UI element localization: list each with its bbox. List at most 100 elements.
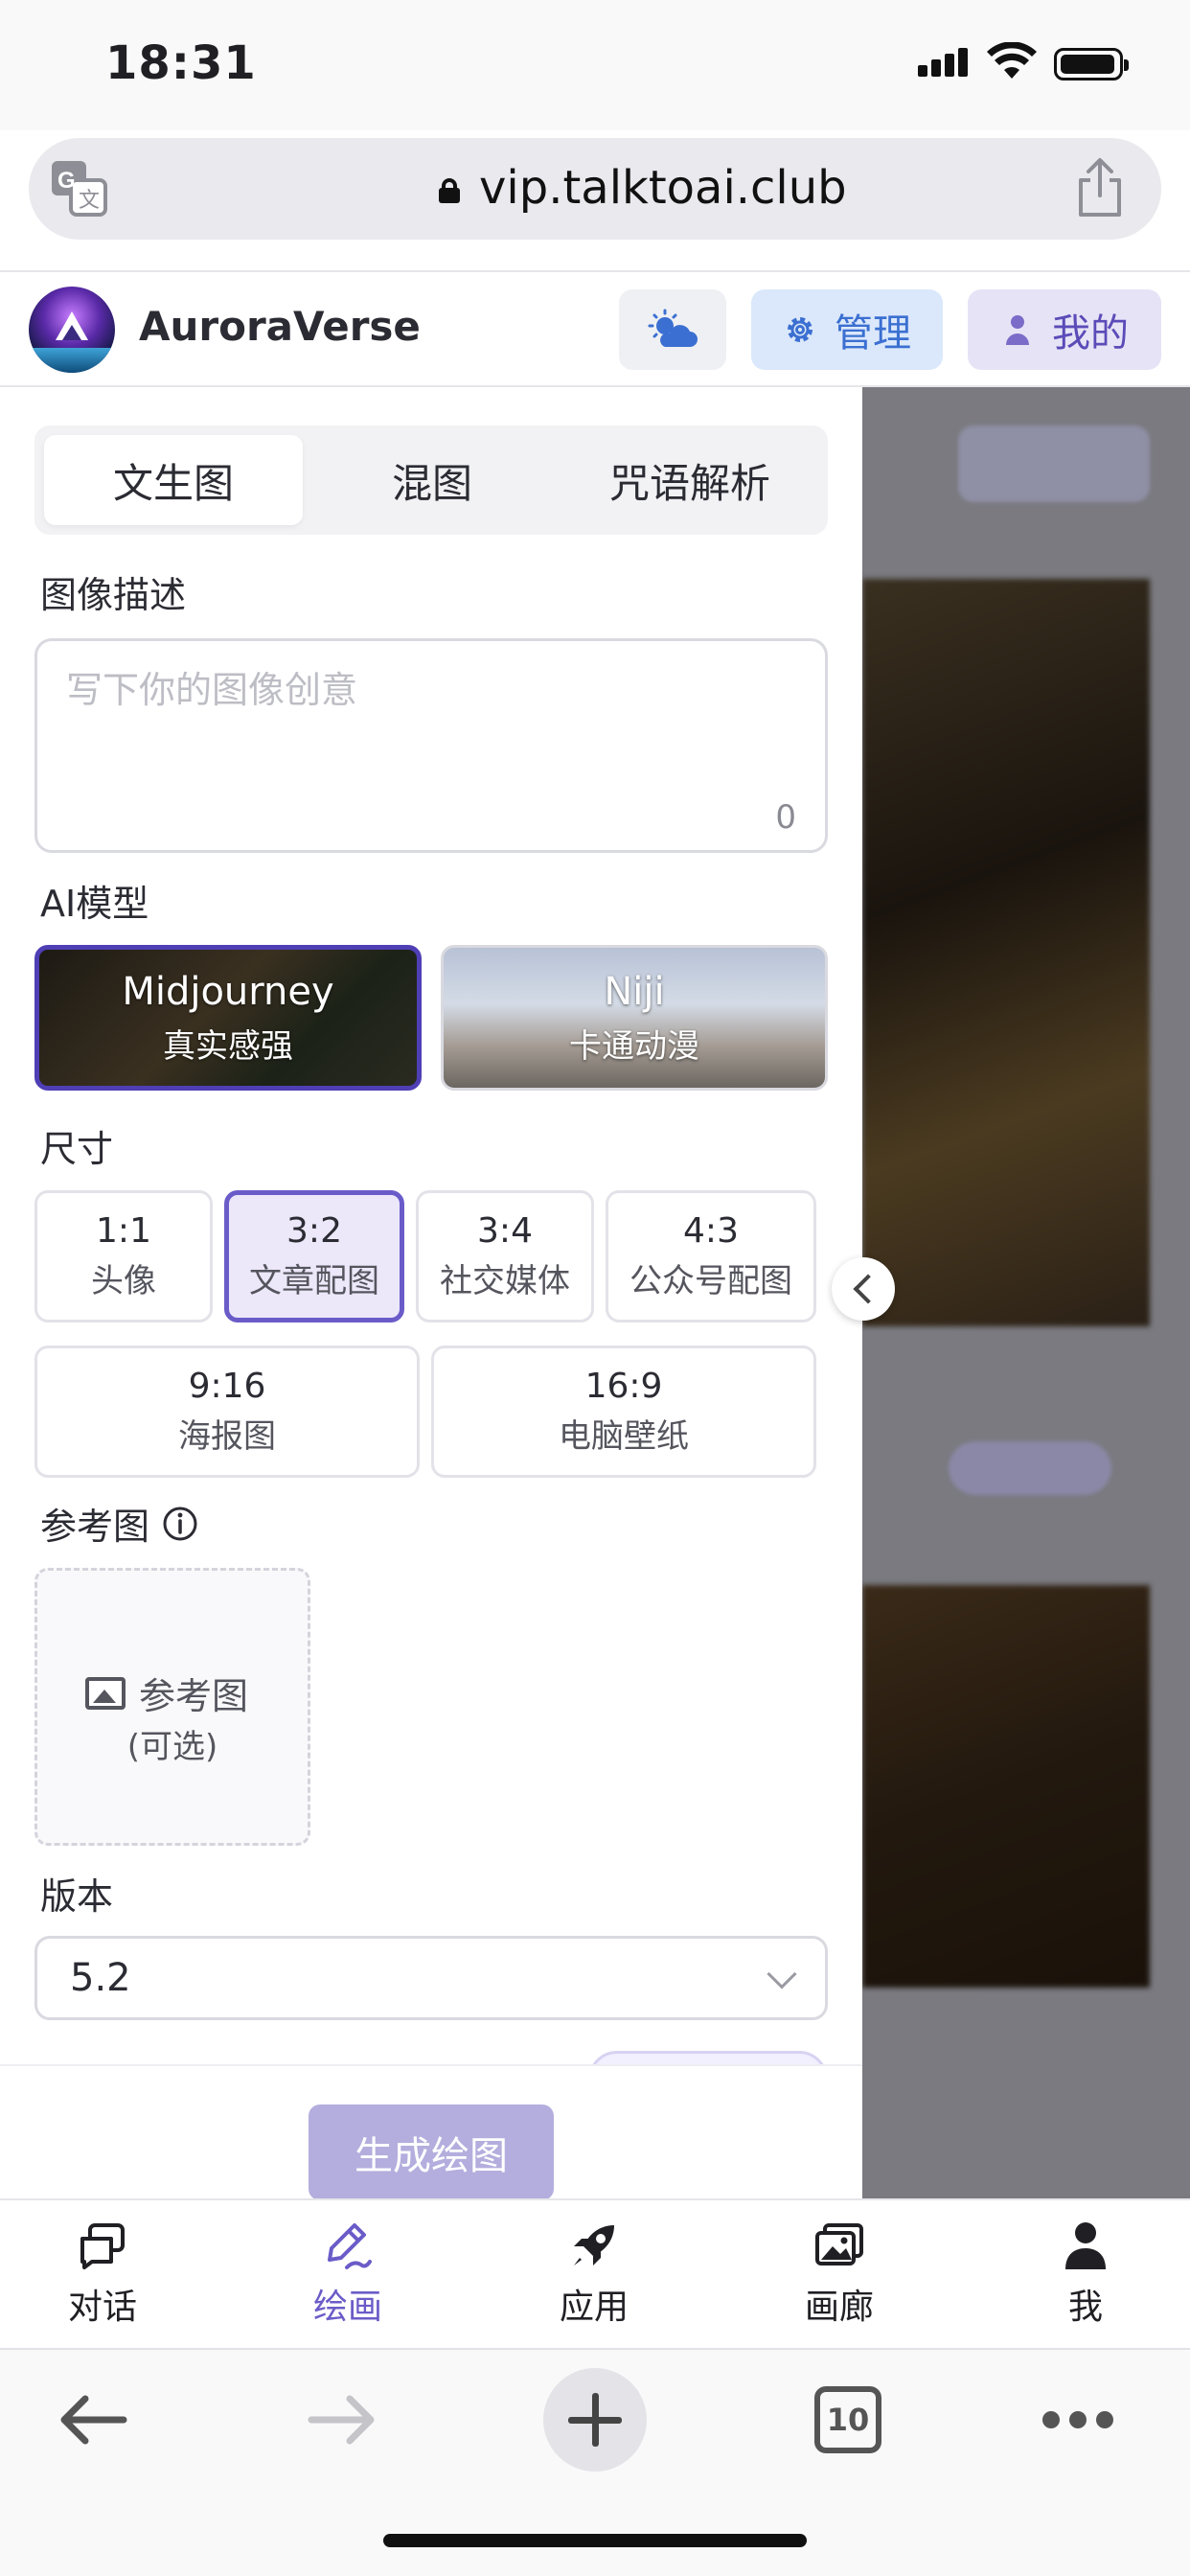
chevron-down-icon (767, 1959, 797, 1990)
share-icon[interactable] (1075, 157, 1125, 218)
app-header: AuroraVerse 管理 我的 (0, 270, 1190, 387)
model-label: AI模型 (40, 883, 149, 925)
size-ratio: 16:9 (584, 1367, 663, 1406)
panel-footer: 生成绘图 (0, 2064, 862, 2198)
manage-button[interactable]: 管理 (751, 289, 943, 370)
gear-icon (788, 317, 812, 342)
version-select[interactable]: 5.2 (34, 1936, 828, 2020)
tab-blend[interactable]: 混图 (303, 435, 561, 525)
image-icon (85, 1676, 126, 1710)
nav-label: 画廊 (804, 2288, 874, 2327)
more-button[interactable] (1025, 2367, 1131, 2472)
svg-text:文: 文 (79, 189, 100, 213)
cellular-signal-icon (918, 48, 970, 77)
size-option-4-3[interactable]: 4:3 公众号配图 (606, 1190, 816, 1322)
rocket-icon (574, 2225, 614, 2266)
reference-label: 参考图 (40, 1506, 150, 1548)
manage-label: 管理 (835, 311, 911, 356)
nav-label: 对话 (67, 2288, 137, 2327)
size-label: 尺寸 (40, 1128, 114, 1170)
reference-upload-label: 参考图 (139, 1675, 249, 1717)
arrow-left-icon (60, 2395, 127, 2445)
version-value: 5.2 (70, 1956, 131, 2000)
translate-icon[interactable]: G 文 (50, 159, 109, 218)
nav-label: 应用 (559, 2288, 629, 2327)
theme-toggle-button[interactable] (619, 289, 726, 370)
model-subtitle: 卡通动漫 (569, 1026, 699, 1066)
wifi-icon (987, 42, 1037, 79)
reference-upload-hint: (可选) (126, 1728, 218, 1766)
nav-label: 绘画 (312, 2288, 382, 2327)
url-text[interactable]: vip.talktoai.club (479, 161, 847, 215)
bottom-nav: 对话 绘画 应用 画廊 我 (0, 2198, 1190, 2348)
app-logo[interactable] (29, 287, 115, 373)
svg-text:G: G (57, 168, 76, 194)
lock-icon (439, 178, 460, 203)
size-ratio: 9:16 (188, 1367, 266, 1406)
mine-label: 我的 (1052, 311, 1129, 356)
description-input[interactable]: 写下你的图像创意 0 (34, 638, 828, 853)
model-option-niji[interactable]: Niji 卡通动漫 (441, 945, 828, 1091)
version-label: 版本 (40, 1875, 114, 1918)
size-ratio: 4:3 (683, 1211, 739, 1251)
size-option-9-16[interactable]: 9:16 海报图 (34, 1346, 420, 1478)
size-name: 文章配图 (249, 1262, 379, 1300)
tab-text-to-image[interactable]: 文生图 (44, 435, 303, 525)
size-name: 社交媒体 (440, 1262, 570, 1300)
tab-prompt-analysis[interactable]: 咒语解析 (561, 435, 818, 525)
new-tab-button[interactable] (542, 2367, 648, 2472)
reference-label-row: 参考图 (40, 1497, 199, 1550)
arrow-right-icon (308, 2395, 375, 2445)
more-icon (1042, 2411, 1113, 2428)
model-name: Niji (604, 969, 665, 1014)
nav-item-gallery[interactable]: 画廊 (772, 2220, 906, 2329)
info-icon[interactable] (161, 1505, 199, 1543)
char-count: 0 (775, 798, 796, 837)
chat-icon (80, 2223, 125, 2269)
reference-upload-row: 参考图 (85, 1667, 248, 1719)
drawing-panel: 文生图 混图 咒语解析 图像描述 写下你的图像创意 0 AI模型 Midjour… (0, 387, 862, 2198)
generate-button[interactable]: 生成绘图 (309, 2104, 554, 2198)
reference-upload[interactable]: 参考图 (可选) (34, 1568, 310, 1846)
size-name: 海报图 (178, 1417, 276, 1456)
size-option-1-1[interactable]: 1:1 头像 (34, 1190, 213, 1322)
size-option-16-9[interactable]: 16:9 电脑壁纸 (431, 1346, 816, 1478)
nav-item-chat[interactable]: 对话 (35, 2220, 170, 2329)
tab-count: 10 (814, 2386, 881, 2453)
plus-icon (543, 2368, 647, 2472)
size-option-3-4[interactable]: 3:4 社交媒体 (416, 1190, 594, 1322)
size-ratio: 3:4 (477, 1211, 533, 1251)
status-time: 18:31 (105, 36, 257, 90)
back-button[interactable] (40, 2367, 146, 2472)
brand-name[interactable]: AuroraVerse (139, 303, 421, 350)
size-ratio: 3:2 (286, 1211, 342, 1251)
nav-item-draw[interactable]: 绘画 (281, 2220, 415, 2329)
background-gallery-overlay (862, 387, 1190, 2198)
nav-label: 我 (1067, 2288, 1103, 2327)
size-name: 公众号配图 (629, 1262, 792, 1300)
gallery-icon (815, 2223, 863, 2266)
collapse-panel-button[interactable] (832, 1257, 895, 1321)
weather-icon (648, 309, 698, 347)
description-placeholder: 写下你的图像创意 (66, 669, 358, 711)
battery-icon (1054, 48, 1129, 80)
model-option-midjourney[interactable]: Midjourney 真实感强 (34, 945, 422, 1091)
home-indicator (383, 2534, 807, 2547)
paint-icon (328, 2223, 372, 2269)
status-bar: 18:31 (0, 0, 1190, 130)
nav-item-apps[interactable]: 应用 (527, 2220, 661, 2329)
nav-item-me[interactable]: 我 (1018, 2220, 1153, 2329)
size-ratio: 1:1 (96, 1211, 151, 1251)
person-icon (1065, 2222, 1106, 2269)
model-name: Midjourney (122, 969, 334, 1014)
mine-button[interactable]: 我的 (968, 289, 1161, 370)
tabs-button[interactable]: 10 (795, 2367, 901, 2472)
description-label: 图像描述 (40, 574, 187, 616)
address-bar[interactable]: G 文 vip.talktoai.club (29, 138, 1161, 240)
size-option-3-2[interactable]: 3:2 文章配图 (224, 1190, 404, 1322)
user-icon (1006, 315, 1029, 345)
size-name: 头像 (91, 1262, 156, 1300)
size-name: 电脑壁纸 (559, 1417, 689, 1456)
model-subtitle: 真实感强 (163, 1026, 293, 1066)
forward-button[interactable] (289, 2367, 395, 2472)
